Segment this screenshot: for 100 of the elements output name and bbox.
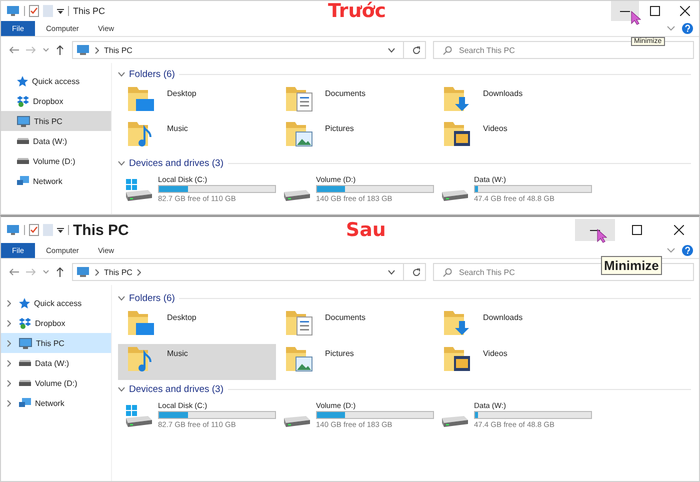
folder-item[interactable]: Documents: [276, 84, 434, 119]
expand-icon[interactable]: [7, 340, 11, 346]
refresh-icon[interactable]: [412, 268, 421, 276]
maximize-icon: [650, 6, 660, 16]
up-icon[interactable]: [56, 267, 64, 277]
computer-icon: [17, 116, 30, 126]
sidebar-item[interactable]: Data (W:): [1, 353, 111, 373]
network-icon: [19, 398, 31, 408]
maximize-icon: [632, 225, 642, 235]
sidebar-item[interactable]: This PC: [1, 333, 111, 353]
help-icon[interactable]: [682, 245, 693, 256]
sidebar-item[interactable]: Dropbox: [1, 313, 111, 333]
dropdown-icon[interactable]: [57, 226, 64, 234]
folder-icon: [442, 120, 472, 148]
drive-icon: [19, 360, 31, 366]
dropdown-icon[interactable]: [57, 8, 64, 14]
folder-item[interactable]: Pictures: [276, 344, 434, 380]
expand-ribbon-icon[interactable]: [667, 248, 675, 253]
folder-item[interactable]: Videos: [434, 119, 592, 154]
breadcrumb[interactable]: This PC: [104, 268, 132, 276]
expand-icon[interactable]: [7, 380, 11, 386]
sidebar-item[interactable]: Data (W:): [1, 131, 111, 151]
expand-icon[interactable]: [7, 320, 11, 326]
chevron-icon[interactable]: [95, 46, 99, 54]
computer-icon[interactable]: [6, 224, 20, 236]
address-bar[interactable]: This PC: [72, 41, 426, 59]
folder-item[interactable]: Pictures: [276, 119, 434, 154]
drive-icon: [284, 190, 310, 201]
sidebar-item[interactable]: Quick access: [1, 71, 111, 91]
folder-icon: [442, 345, 472, 373]
drive-icon: [442, 190, 468, 201]
search-icon: [443, 46, 452, 54]
network-icon: [17, 176, 29, 186]
dropdown-icon[interactable]: [388, 48, 395, 52]
drive-icon: [19, 380, 31, 386]
folder-item[interactable]: Desktop: [118, 308, 276, 344]
folder-item[interactable]: Downloads: [434, 308, 592, 344]
expand-ribbon-icon[interactable]: [667, 26, 675, 31]
help-icon[interactable]: [682, 23, 693, 34]
properties-icon[interactable]: [29, 224, 39, 236]
folder-item[interactable]: Music: [118, 344, 276, 380]
drive-icon: [126, 416, 152, 427]
folder-icon: [442, 309, 472, 337]
sidebar-item[interactable]: Quick access: [1, 293, 111, 313]
computer-icon[interactable]: [6, 5, 20, 17]
expand-icon[interactable]: [7, 400, 11, 406]
collapse-icon[interactable]: [118, 160, 125, 166]
search-icon: [443, 268, 452, 276]
folder-icon: [284, 345, 314, 373]
computer-icon: [76, 266, 90, 278]
address-bar[interactable]: This PC: [72, 263, 426, 281]
drive-icon: [17, 158, 29, 164]
folder-icon: [442, 85, 472, 113]
refresh-icon[interactable]: [412, 46, 421, 54]
dropbox-icon: [17, 96, 29, 106]
breadcrumb[interactable]: This PC: [104, 46, 132, 54]
section-header[interactable]: Devices and drives (3): [129, 158, 224, 168]
dropdown-icon[interactable]: [388, 270, 395, 274]
folder-item[interactable]: Videos: [434, 344, 592, 380]
star-icon: [17, 76, 28, 86]
sidebar-item[interactable]: Volume (D:): [1, 373, 111, 393]
folder-item[interactable]: Downloads: [434, 84, 592, 119]
windows-logo-icon: [126, 405, 137, 416]
tooltip: Minimize: [601, 256, 662, 275]
minimize-button[interactable]: [575, 219, 616, 241]
sidebar-item[interactable]: Network: [1, 393, 111, 413]
back-icon[interactable]: [9, 268, 19, 276]
sidebar-item[interactable]: Network: [1, 171, 111, 191]
properties-icon[interactable]: [29, 5, 39, 17]
drive-icon: [126, 190, 152, 201]
collapse-icon[interactable]: [118, 386, 125, 392]
folder-icon: [126, 85, 156, 113]
expand-icon[interactable]: [7, 360, 11, 366]
section-header[interactable]: Folders (6): [129, 292, 175, 304]
computer-icon: [76, 44, 90, 56]
collapse-icon[interactable]: [118, 72, 125, 76]
sidebar-item[interactable]: This PC: [1, 111, 111, 131]
section-header[interactable]: Devices and drives (3): [129, 384, 224, 394]
folder-item[interactable]: Desktop: [118, 84, 276, 119]
up-icon[interactable]: [56, 45, 64, 55]
dropbox-icon: [19, 318, 31, 328]
back-icon[interactable]: [9, 46, 19, 54]
minimize-icon: [620, 10, 630, 12]
recent-icon[interactable]: [43, 270, 49, 274]
computer-icon: [19, 338, 32, 348]
drive-icon: [17, 138, 29, 144]
chevron-icon[interactable]: [137, 268, 142, 276]
sidebar-item[interactable]: Volume (D:): [1, 151, 111, 171]
drive-icon: [284, 416, 310, 427]
collapse-icon[interactable]: [118, 296, 125, 300]
sidebar-item[interactable]: Dropbox: [1, 91, 111, 111]
folder-item[interactable]: Documents: [276, 308, 434, 344]
folder-icon: [284, 309, 314, 337]
recent-icon[interactable]: [43, 48, 49, 52]
expand-icon[interactable]: [7, 300, 11, 306]
folder-icon: [284, 85, 314, 113]
section-header[interactable]: Folders (6): [129, 68, 175, 80]
chevron-icon[interactable]: [95, 268, 99, 276]
cursor-icon: [597, 229, 608, 243]
folder-item[interactable]: Music: [118, 119, 276, 154]
